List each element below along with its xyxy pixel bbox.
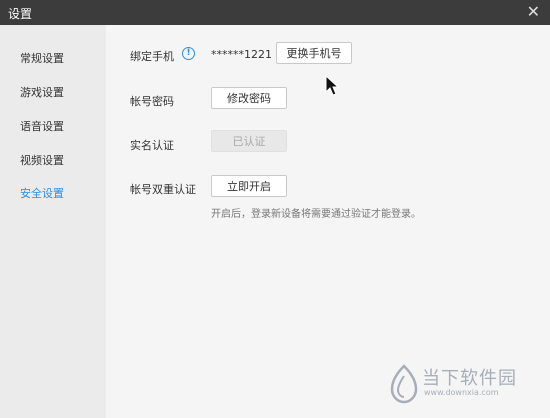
sidebar-item-game[interactable]: 游戏设置: [20, 84, 64, 100]
change-phone-button[interactable]: 更换手机号: [276, 42, 352, 64]
watermark-text: 当下软件园: [422, 368, 517, 389]
watermark: 当下软件园 www.downxia.com: [386, 360, 536, 410]
bind-phone-label: 绑定手机: [130, 50, 174, 63]
sidebar-item-security[interactable]: 安全设置: [20, 185, 64, 201]
realname-label: 实名认证: [130, 139, 174, 152]
verified-button: 已认证: [211, 130, 287, 152]
mouse-cursor-icon: [325, 75, 340, 96]
sidebar-item-video[interactable]: 视频设置: [20, 152, 64, 168]
title-bar: 设置 ✕: [0, 0, 550, 25]
close-icon[interactable]: ✕: [527, 2, 540, 22]
sidebar-item-general[interactable]: 常规设置: [20, 50, 64, 66]
phone-number-value: ******1221: [211, 48, 272, 61]
watermark-logo-icon: [390, 364, 418, 404]
info-icon[interactable]: !: [182, 47, 195, 60]
window-title: 设置: [8, 7, 33, 21]
sidebar-item-voice[interactable]: 语音设置: [20, 118, 64, 134]
enable-two-factor-button[interactable]: 立即开启: [211, 175, 287, 197]
sidebar: 常规设置 游戏设置 语音设置 视频设置 安全设置: [0, 25, 106, 418]
password-label: 帐号密码: [130, 95, 174, 108]
two-factor-hint: 开启后，登录新设备将需要通过验证才能登录。: [211, 209, 421, 220]
change-password-button[interactable]: 修改密码: [211, 87, 287, 109]
two-factor-label: 帐号双重认证: [130, 183, 196, 196]
watermark-url: www.downxia.com: [424, 388, 499, 397]
